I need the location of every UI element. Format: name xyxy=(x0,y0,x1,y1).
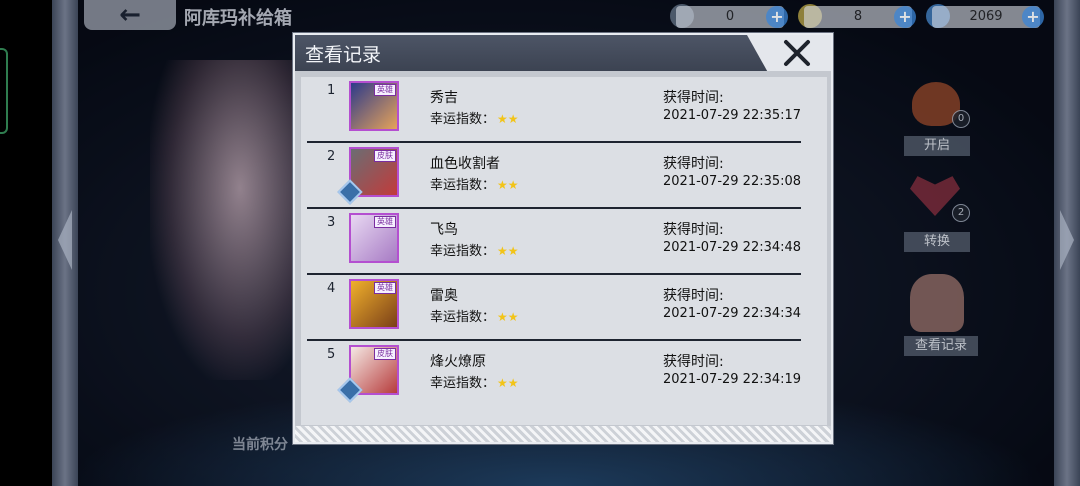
item-type-tag: 英雄 xyxy=(374,216,396,228)
record-rank: 3 xyxy=(327,215,336,230)
add-feather-button[interactable]: + xyxy=(894,6,916,28)
luck-index: 幸运指数： ★★ xyxy=(430,174,519,193)
obtained-time-value: 2021-07-29 22:34:19 xyxy=(663,372,802,387)
dialog-footer xyxy=(295,426,831,442)
top-bar: ← 阿库玛补给箱 0 + 8 + 2069 + xyxy=(78,0,1054,34)
dialog-title: 查看记录 xyxy=(305,44,382,66)
record-row: 4 英雄 雷奥 幸运指数： ★★ 获得时间: 2021-07-29 22:34:3… xyxy=(301,275,827,341)
exchange-count-badge: 2 xyxy=(952,204,970,222)
open-button[interactable]: 开启 xyxy=(904,136,970,156)
add-ticket-button[interactable]: + xyxy=(766,6,788,28)
item-type-tag: 英雄 xyxy=(374,282,396,294)
record-row: 3 英雄 飞鸟 幸运指数： ★★ 获得时间: 2021-07-29 22:34:4… xyxy=(301,209,827,275)
luck-stars-icon: ★★ xyxy=(497,112,519,126)
view-records-item[interactable]: 查看记录 xyxy=(900,270,980,356)
back-arrow-icon: ← xyxy=(119,0,141,30)
view-records-button[interactable]: 查看记录 xyxy=(904,336,978,356)
open-chest-item[interactable]: 0 开启 xyxy=(900,82,980,158)
device-edge xyxy=(0,0,52,486)
open-count-badge: 0 xyxy=(952,110,970,128)
record-row: 2 皮肤 血色收割者 幸运指数： ★★ 获得时间: 2021-07-29 22:3… xyxy=(301,143,827,209)
luck-stars-icon: ★★ xyxy=(497,310,519,324)
record-rank: 4 xyxy=(327,281,336,296)
add-diamond-button[interactable]: + xyxy=(1022,6,1044,28)
records-list: 1 英雄 秀吉 幸运指数： ★★ 获得时间: 2021-07-29 22:35:1… xyxy=(301,77,827,425)
obtained-time-label: 获得时间: xyxy=(663,90,724,106)
luck-label: 幸运指数： xyxy=(430,244,496,259)
luck-stars-icon: ★★ xyxy=(497,244,519,258)
luck-stars-icon: ★★ xyxy=(497,376,519,390)
record-name: 雷奥 xyxy=(430,288,458,304)
close-button[interactable] xyxy=(769,37,825,69)
right-frame xyxy=(1054,0,1080,486)
obtained-time-value: 2021-07-29 22:34:48 xyxy=(663,240,802,255)
obtained-time-label: 获得时间: xyxy=(663,222,724,238)
right-arrow-icon[interactable] xyxy=(1060,210,1074,270)
shop-title: 阿库玛补给箱 xyxy=(184,8,292,29)
item-type-tag: 英雄 xyxy=(374,84,396,96)
records-dialog: 查看记录 1 英雄 秀吉 幸运指数： ★★ 获得时间: 2021-07-29 22… xyxy=(293,33,833,444)
record-row: 1 英雄 秀吉 幸运指数： ★★ 获得时间: 2021-07-29 22:35:1… xyxy=(301,77,827,143)
record-row: 5 皮肤 烽火燎原 幸运指数： ★★ 获得时间: 2021-07-29 22:34… xyxy=(301,341,827,407)
exchange-button[interactable]: 转换 xyxy=(904,232,970,252)
luck-label: 幸运指数： xyxy=(430,376,496,391)
obtained-time-label: 获得时间: xyxy=(663,288,724,304)
item-type-tag: 皮肤 xyxy=(374,348,396,360)
back-button[interactable]: ← xyxy=(84,0,176,30)
left-arrow-icon[interactable] xyxy=(58,210,72,270)
record-name: 秀吉 xyxy=(430,90,458,106)
obtained-time-value: 2021-07-29 22:35:08 xyxy=(663,174,802,189)
edge-handle[interactable] xyxy=(0,48,8,134)
obtained-time-label: 获得时间: xyxy=(663,156,724,172)
luck-stars-icon: ★★ xyxy=(497,178,519,192)
current-score-label: 当前积分 xyxy=(232,437,288,453)
item-type-tag: 皮肤 xyxy=(374,150,396,162)
exchange-item[interactable]: 2 转换 xyxy=(900,172,980,252)
hero-avatar[interactable]: 英雄 xyxy=(349,81,399,131)
record-name: 飞鸟 xyxy=(430,222,458,238)
luck-index: 幸运指数： ★★ xyxy=(430,108,519,127)
obtained-time-value: 2021-07-29 22:35:17 xyxy=(663,108,802,123)
obtained-time-value: 2021-07-29 22:34:34 xyxy=(663,306,802,321)
hero-avatar[interactable]: 英雄 xyxy=(349,213,399,263)
dialog-header: 查看记录 xyxy=(295,35,831,71)
close-x-icon xyxy=(784,40,810,66)
character-portrait-icon xyxy=(910,274,964,332)
record-rank: 1 xyxy=(327,83,336,98)
luck-index: 幸运指数： ★★ xyxy=(430,240,519,259)
hero-avatar[interactable]: 英雄 xyxy=(349,279,399,329)
luck-label: 幸运指数： xyxy=(430,112,496,127)
record-name: 烽火燎原 xyxy=(430,354,486,370)
luck-index: 幸运指数： ★★ xyxy=(430,306,519,325)
luck-label: 幸运指数： xyxy=(430,310,496,325)
record-rank: 2 xyxy=(327,149,336,164)
obtained-time-label: 获得时间: xyxy=(663,354,724,370)
luck-index: 幸运指数： ★★ xyxy=(430,372,519,391)
record-rank: 5 xyxy=(327,347,336,362)
record-name: 血色收割者 xyxy=(430,156,500,172)
luck-label: 幸运指数： xyxy=(430,178,496,193)
